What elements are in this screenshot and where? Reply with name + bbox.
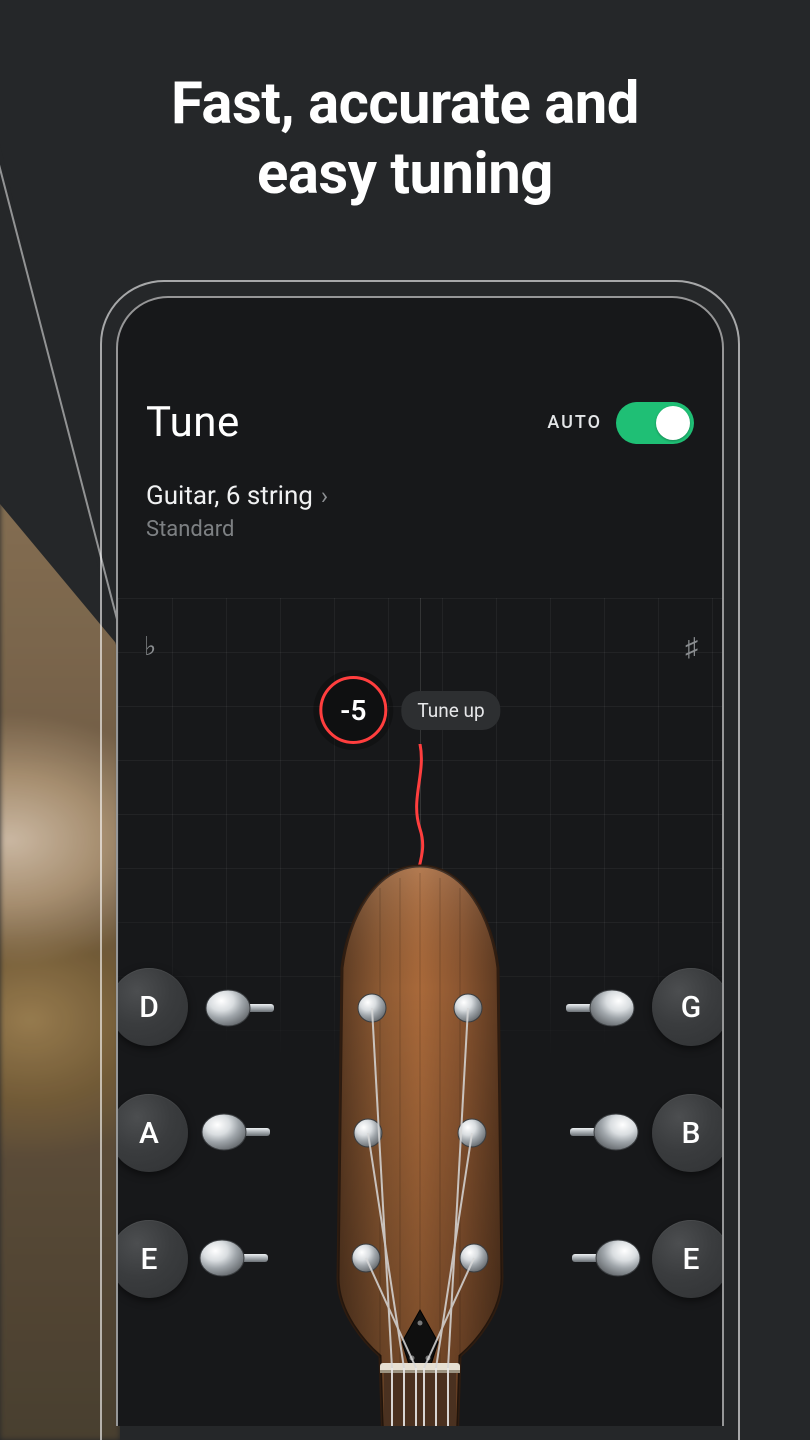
phone-frame-outer: Tune AUTO Guitar, 6 string › Standard ♭ … [100, 280, 740, 1440]
auto-toggle-group: AUTO [547, 402, 694, 444]
string-label: E [683, 1242, 700, 1277]
tuning-name: Standard [146, 517, 694, 542]
toggle-knob [656, 406, 690, 440]
headline-line-1: Fast, accurate and [171, 70, 639, 138]
app-screen: Tune AUTO Guitar, 6 string › Standard ♭ … [118, 298, 722, 1426]
string-label: A [139, 1116, 159, 1151]
auto-toggle[interactable] [616, 402, 694, 444]
instrument-name: Guitar, 6 string [146, 481, 313, 511]
string-button-b[interactable]: B [652, 1094, 724, 1172]
string-button-e-low[interactable]: E [116, 1220, 188, 1298]
headstock-shape [270, 858, 570, 1426]
tuning-peg-d[interactable] [204, 986, 274, 1030]
string-button-e-high[interactable]: E [652, 1220, 724, 1298]
string-label: G [681, 990, 701, 1025]
cents-readout: -5 [319, 676, 387, 744]
string-label: E [141, 1242, 158, 1277]
tuning-meter: -5 Tune up [319, 676, 500, 744]
chevron-right-icon: › [321, 484, 328, 508]
tuning-peg-e-low[interactable] [198, 1236, 268, 1280]
tuning-hint: Tune up [401, 691, 500, 730]
string-button-a[interactable]: A [116, 1094, 188, 1172]
auto-label: AUTO [547, 412, 602, 433]
page-title: Tune [146, 398, 240, 447]
tuning-peg-a[interactable] [200, 1110, 270, 1154]
tuner-area: ♭ ♯ -5 Tune up [118, 598, 722, 1426]
sharp-icon: ♯ [685, 632, 698, 663]
marketing-headline: Fast, accurate and easy tuning [0, 70, 810, 209]
string-button-g[interactable]: G [652, 968, 724, 1046]
instrument-selector[interactable]: Guitar, 6 string › [146, 481, 694, 511]
tuning-peg-g[interactable] [566, 986, 636, 1030]
string-button-d[interactable]: D [116, 968, 188, 1046]
string-label: D [139, 990, 159, 1025]
top-bar: Tune AUTO [146, 398, 694, 447]
headstock-area: D A E G B E [118, 858, 722, 1426]
string-label: B [682, 1116, 701, 1151]
flat-icon: ♭ [144, 632, 156, 662]
guitar-headstock: D A E G B E [270, 858, 570, 1426]
tuning-peg-e-high[interactable] [572, 1236, 642, 1280]
phone-frame-inner: Tune AUTO Guitar, 6 string › Standard ♭ … [116, 296, 724, 1426]
headline-line-2: easy tuning [257, 140, 553, 208]
tuning-peg-b[interactable] [570, 1110, 640, 1154]
